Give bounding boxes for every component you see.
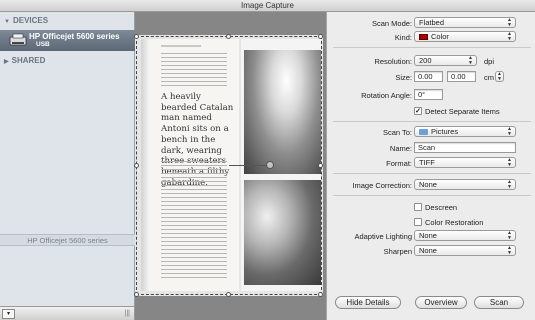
- scan-preview-area: A heavily bearded Catalan man named Anto…: [134, 12, 326, 320]
- resolution-unit: dpi: [484, 57, 495, 66]
- descreen-checkbox[interactable]: [414, 203, 422, 211]
- color-swatch-icon: [419, 33, 428, 40]
- sharpen-label: Sharpen: [383, 247, 412, 256]
- device-name: HP Officejet 5600 series: [29, 32, 120, 41]
- disclosure-triangle-right-icon[interactable]: ▶: [4, 59, 9, 65]
- descreen-label: Descreen: [425, 203, 458, 212]
- selection-handle[interactable]: [318, 292, 323, 297]
- printer-icon: [9, 33, 27, 46]
- scan-button[interactable]: Scan: [474, 296, 524, 309]
- scan-mode-label: Scan Mode:: [371, 19, 412, 28]
- kind-label: Kind:: [394, 33, 412, 42]
- sidebar-bottom-bar: ▾ |||: [0, 306, 135, 320]
- kind-popup[interactable]: Color ▲ ▼: [414, 31, 516, 42]
- popup-arrows-icon: ▲ ▼: [507, 17, 512, 28]
- adaptive-lighting-popup[interactable]: None ▲ ▼: [414, 230, 516, 241]
- image-correction-label: Image Correction:: [352, 181, 412, 190]
- disclosure-triangle-down-icon[interactable]: ▼: [4, 19, 10, 25]
- divider: [333, 173, 531, 174]
- adaptive-lighting-label: Adaptive Lighting: [354, 232, 412, 241]
- popup-arrows-icon: ▲ ▼: [497, 71, 502, 82]
- resolution-label: Resolution:: [374, 57, 412, 66]
- device-connection: USB: [36, 41, 50, 48]
- resolution-value: 200: [419, 56, 432, 65]
- kind-value: Color: [431, 32, 449, 41]
- selection-handle[interactable]: [226, 292, 231, 297]
- name-label: Name:: [389, 144, 412, 153]
- shared-header[interactable]: ▶ SHARED: [4, 56, 45, 65]
- sidebar: ▼ DEVICES HP Officejet 5600 series USB ▶ S…: [0, 12, 135, 306]
- resize-grip-icon[interactable]: |||: [125, 310, 130, 317]
- window-title: Image Capture: [0, 0, 535, 12]
- selection-handle[interactable]: [134, 292, 139, 297]
- rotation-handle[interactable]: [266, 161, 274, 169]
- selection-handle[interactable]: [134, 163, 139, 168]
- popup-arrows-icon: ▲ ▼: [507, 31, 512, 42]
- divider: [333, 47, 531, 48]
- scan-mode-value: Flatbed: [419, 18, 445, 27]
- height-field[interactable]: 0.00: [447, 71, 476, 82]
- rotation-angle-field[interactable]: 0°: [414, 89, 443, 100]
- size-label: Size:: [395, 73, 412, 82]
- scan-to-popup[interactable]: Pictures ▲ ▼: [414, 126, 516, 137]
- scan-settings-panel: Scan Mode: Flatbed ▲ ▼ Kind: Color ▲ ▼ Res…: [326, 12, 535, 320]
- shared-header-label: SHARED: [11, 56, 46, 65]
- selected-device-label: HP Officejet 5600 series: [0, 234, 135, 246]
- divider: [333, 195, 531, 196]
- size-unit-popup[interactable]: ▲ ▼: [495, 71, 504, 82]
- hide-details-button[interactable]: Hide Details: [335, 296, 401, 309]
- overview-button[interactable]: Overview: [415, 296, 467, 309]
- detect-separate-label: Detect Separate Items: [425, 107, 500, 116]
- divider: [333, 121, 531, 122]
- color-restoration-label: Color Restoration: [425, 218, 484, 227]
- scan-mode-popup[interactable]: Flatbed ▲ ▼: [414, 17, 516, 28]
- adaptive-lighting-value: None: [419, 231, 437, 240]
- sidebar-item-device[interactable]: HP Officejet 5600 series USB: [0, 30, 135, 51]
- name-field[interactable]: Scan: [414, 142, 516, 153]
- detect-separate-checkbox[interactable]: ✓: [414, 107, 422, 115]
- image-correction-value: None: [419, 180, 437, 189]
- selection-handle[interactable]: [318, 163, 323, 168]
- popup-arrows-icon: ▲ ▼: [507, 126, 512, 137]
- devices-header[interactable]: ▼ DEVICES: [4, 16, 48, 25]
- sharpen-popup[interactable]: None ▲ ▼: [414, 245, 516, 256]
- scan-to-value: Pictures: [431, 127, 459, 136]
- sharpen-value: None: [419, 246, 437, 255]
- format-value: TIFF: [419, 158, 435, 167]
- popup-arrows-icon: ▲ ▼: [507, 179, 512, 190]
- action-menu-button[interactable]: ▾: [2, 309, 15, 319]
- color-restoration-checkbox[interactable]: [414, 218, 422, 226]
- popup-arrows-icon: ▲ ▼: [468, 55, 473, 66]
- selection-handle[interactable]: [318, 34, 323, 39]
- selection-handle[interactable]: [226, 34, 231, 39]
- folder-icon: [419, 128, 428, 135]
- popup-arrows-icon: ▲ ▼: [507, 245, 512, 256]
- resolution-combo[interactable]: 200 ▲ ▼: [414, 55, 477, 66]
- image-correction-popup[interactable]: None ▲ ▼: [414, 179, 516, 190]
- selection-handle[interactable]: [134, 34, 139, 39]
- scan-to-label: Scan To:: [382, 128, 412, 137]
- width-field[interactable]: 0.00: [414, 71, 443, 82]
- rotation-angle-label: Rotation Angle:: [361, 91, 412, 100]
- devices-header-label: DEVICES: [12, 16, 49, 25]
- popup-arrows-icon: ▲ ▼: [507, 230, 512, 241]
- popup-arrows-icon: ▲ ▼: [507, 157, 512, 168]
- format-popup[interactable]: TIFF ▲ ▼: [414, 157, 516, 168]
- format-label: Format:: [386, 159, 412, 168]
- size-unit: cm: [484, 73, 494, 82]
